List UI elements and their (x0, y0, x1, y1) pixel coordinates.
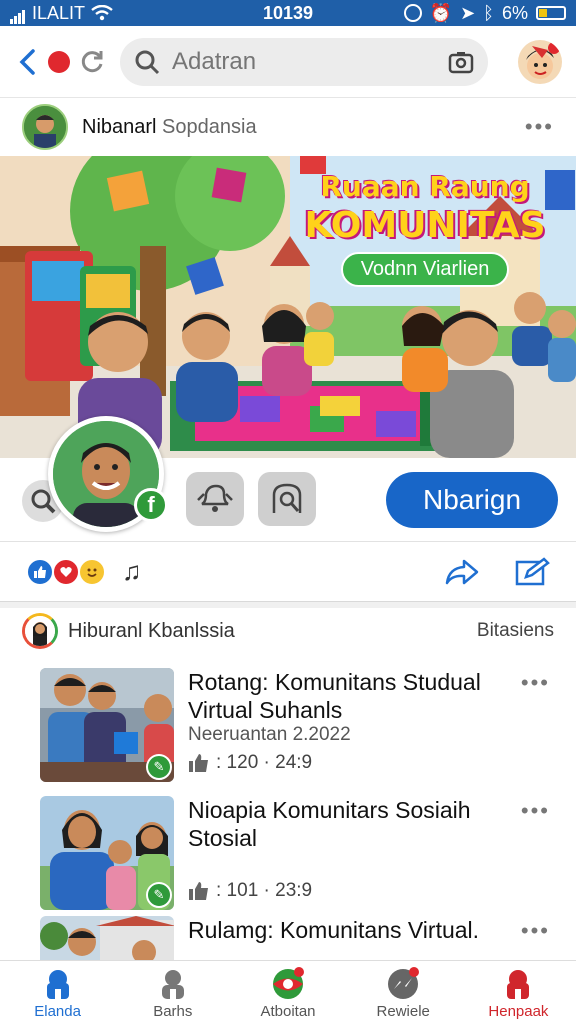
item-date: Neeruantan 2.2022 (188, 724, 351, 745)
post-header: Nibanarl Sopdansia ••• (0, 98, 576, 156)
item-stats: : 120 · 24:9 (188, 752, 312, 774)
bell-icon (197, 484, 233, 512)
banner-pill: Vodnn Viarlien (340, 252, 510, 287)
banner-title-line2: KOMUNITAS (304, 205, 546, 246)
location-icon: ➤ (460, 2, 476, 23)
top-bar (0, 26, 576, 98)
more-options-icon[interactable]: ••• (525, 114, 554, 140)
item-more-icon[interactable]: ••• (521, 798, 550, 824)
battery-icon (536, 6, 566, 20)
music-note-icon[interactable]: ♫ (122, 556, 142, 587)
item-more-icon[interactable]: ••• (521, 670, 550, 696)
nav-groups[interactable]: Barhs (115, 961, 230, 1024)
camera-icon[interactable] (448, 50, 474, 74)
like-icon[interactable] (188, 881, 210, 901)
people-icon (161, 970, 184, 999)
item-stats-text: : 101 · 23:9 (216, 880, 313, 901)
nav-notifications[interactable]: Rewiele (346, 961, 461, 1024)
item-thumbnail[interactable]: ✎ (40, 796, 174, 910)
carrier-label: ILALIT (32, 2, 86, 23)
search-icon (135, 50, 160, 74)
reactions-bar: ♫ (0, 542, 576, 602)
alarm-icon: ⏰ (429, 2, 453, 23)
nav-home[interactable]: Elanda (0, 961, 115, 1024)
edit-icon[interactable] (514, 556, 550, 587)
nav-menu[interactable]: Henpaak (461, 961, 576, 1024)
item-badge-icon: ✎ (146, 754, 172, 780)
post-author[interactable]: Nibanarl (82, 116, 156, 138)
nav-marketplace[interactable]: Atboitan (230, 961, 345, 1024)
share-icon[interactable] (444, 557, 480, 587)
list-item[interactable]: Rulamg: Komunitans Virtual. ••• (40, 916, 550, 960)
feed-group-avatar[interactable] (22, 613, 58, 649)
search-group-button[interactable] (258, 472, 316, 526)
nav-label: Henpaak (488, 1003, 549, 1020)
facebook-icon[interactable]: f (134, 488, 168, 522)
action-row: f Nbarign (0, 416, 576, 542)
item-badge-icon: ✎ (146, 882, 172, 908)
signal-icon (10, 3, 26, 24)
home-icon (46, 970, 69, 999)
nav-label: Barhs (153, 1003, 193, 1020)
item-title[interactable]: Rulamg: Komunitans Virtual. (188, 916, 508, 944)
reload-icon[interactable] (78, 48, 106, 76)
haha-reaction-icon[interactable] (78, 557, 106, 586)
feed-see-all-link[interactable]: Bitasiens (477, 620, 554, 642)
messenger-icon (388, 967, 420, 999)
item-stats: : 101 · 23:9 (188, 880, 312, 902)
post-group[interactable]: Sopdansia (162, 116, 257, 138)
list-item[interactable]: ✎ Nioapia Komunitars Sosiaih Stosial : 1… (40, 796, 550, 910)
stop-icon[interactable] (48, 50, 70, 73)
vpn-icon (403, 4, 422, 22)
item-title[interactable]: Nioapia Komunitars Sosiaih Stosial (188, 796, 508, 852)
bluetooth-icon: ᛒ (483, 2, 494, 23)
feed-title: Hiburanl Kbanlssia (68, 619, 235, 642)
nav-label: Elanda (34, 1003, 81, 1020)
search-input[interactable] (172, 47, 436, 76)
nav-label: Atboitan (260, 1003, 316, 1020)
item-thumbnail[interactable] (40, 916, 174, 960)
notification-bell-button[interactable] (186, 472, 244, 526)
profile-avatar[interactable] (518, 39, 562, 84)
globe-icon (273, 967, 304, 999)
item-title[interactable]: Rotang: Komunitans Studual Virtual Suhan… (188, 668, 508, 724)
battery-label: 6% (501, 2, 528, 23)
feed-header: Hiburanl Kbanlssia Bitasiens (0, 608, 576, 654)
search-bar[interactable] (120, 37, 488, 86)
bottom-nav: Elanda Barhs Atboitan Rewiele Henpaak (0, 960, 576, 1024)
wifi-icon (91, 5, 113, 21)
search-profile-icon (272, 483, 302, 513)
profile-icon (507, 970, 530, 999)
join-button[interactable]: Nbarign (386, 472, 558, 528)
item-stats-text: : 120 · 24:9 (216, 752, 313, 773)
like-reaction-icon[interactable] (26, 557, 54, 586)
list-item[interactable]: ✎ Rotang: Komunitans Studual Virtual Suh… (40, 668, 550, 782)
banner-title: Ruaan Raung KOMUNITAS Vodnn Viarlien (300, 170, 550, 287)
author-avatar[interactable] (22, 104, 68, 150)
status-bar: ILALIT 10139 ⏰ ➤ ᛒ 6% (0, 0, 576, 26)
nav-label: Rewiele (376, 1003, 430, 1020)
like-icon[interactable] (188, 753, 210, 773)
item-more-icon[interactable]: ••• (521, 918, 550, 944)
back-icon[interactable] (14, 47, 40, 77)
banner-title-line1: Ruaan Raung (320, 170, 530, 203)
love-reaction-icon[interactable] (52, 557, 80, 586)
item-thumbnail[interactable]: ✎ (40, 668, 174, 782)
post-banner-image[interactable]: Ruaan Raung KOMUNITAS Vodnn Viarlien (0, 156, 576, 458)
post-author-line: Nibanarl Sopdansia (82, 116, 257, 139)
